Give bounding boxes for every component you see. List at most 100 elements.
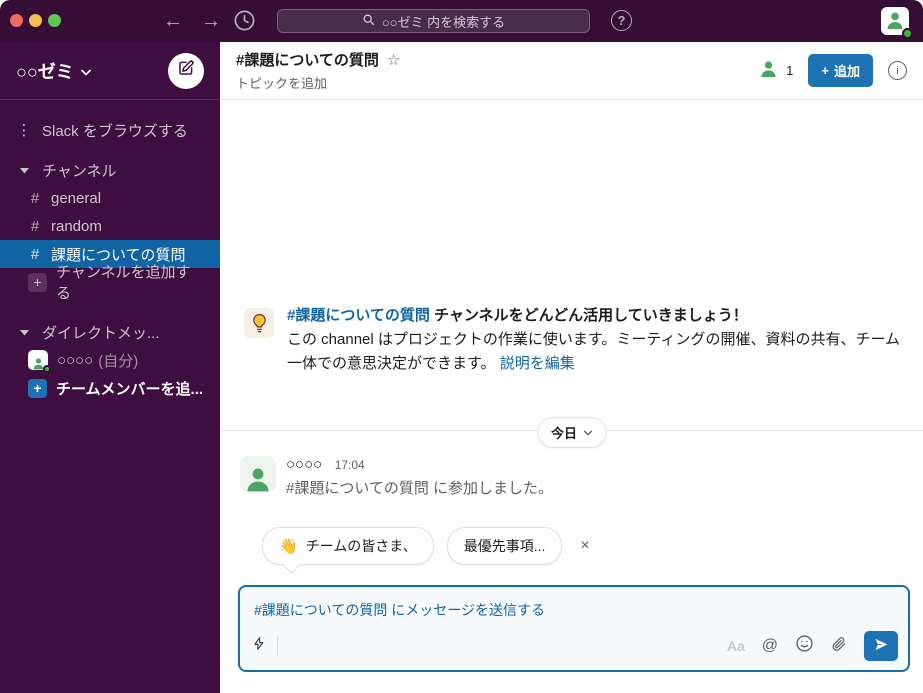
close-window-button[interactable]	[10, 14, 23, 27]
add-teammates-label: チームメンバーを追...	[56, 380, 204, 398]
workspace-name: ○○ゼミ	[16, 61, 74, 82]
channel-header-left: #課題についての質問 ☆ トピックを追加	[236, 49, 400, 92]
question-icon: ?	[617, 13, 626, 28]
sidebar-channel-general[interactable]: # general	[0, 184, 220, 212]
edit-description-link[interactable]: 説明を編集	[500, 355, 575, 372]
dm-user-name: ○○○○	[57, 351, 94, 369]
message-composer[interactable]: #課題についての質問 にメッセージを送信する Aa @	[238, 585, 910, 672]
wave-emoji: 👋	[279, 538, 298, 555]
lightning-icon	[252, 635, 266, 657]
formatting-toggle-button[interactable]: Aa	[727, 638, 745, 654]
search-placeholder: ○○ゼミ 内を検索する	[381, 14, 506, 30]
vertical-dots-icon: ⋮	[16, 122, 32, 139]
search-icon	[362, 13, 375, 29]
maximize-window-button[interactable]	[48, 14, 61, 27]
channel-title[interactable]: #課題についての質問	[236, 49, 379, 70]
dm-user-suffix: (自分)	[98, 352, 139, 370]
sidebar-dm-self[interactable]: ○○○○ (自分)	[0, 346, 220, 374]
add-channel-label: チャンネルを追加する	[56, 264, 191, 302]
plus-icon: +	[28, 272, 47, 292]
message-author[interactable]: ○○○○	[286, 456, 322, 473]
message-avatar[interactable]	[240, 456, 276, 492]
send-button[interactable]	[864, 631, 898, 661]
hash-icon: #	[30, 189, 40, 207]
toolbar-divider	[277, 636, 278, 656]
intro-channel-link[interactable]: #課題についての質問	[287, 307, 430, 324]
user-avatar[interactable]	[881, 7, 913, 39]
new-message-button[interactable]	[168, 52, 204, 89]
add-channel-button[interactable]: + チャンネルを追加する	[0, 264, 220, 302]
channel-label: general	[51, 189, 102, 207]
lightbulb-icon	[244, 308, 274, 338]
channel-label: random	[51, 217, 102, 235]
triangle-down-icon	[16, 167, 32, 174]
smiley-icon	[795, 634, 814, 658]
composer-placeholder: #課題についての質問 にメッセージを送信する	[254, 602, 545, 618]
hash-icon: #	[30, 245, 40, 263]
add-topic-button[interactable]: トピックを追加	[236, 73, 400, 92]
emoji-button[interactable]	[795, 634, 814, 658]
add-teammates-button[interactable]: + チームメンバーを追...	[0, 374, 220, 402]
workspace-header: ○○ゼミ	[0, 42, 220, 100]
history-back-button[interactable]: ←	[163, 0, 183, 42]
history-clock-button[interactable]	[233, 9, 256, 37]
date-label: 今日	[550, 426, 578, 441]
sidebar-channel-random[interactable]: # random	[0, 212, 220, 240]
history-forward-button[interactable]: →	[201, 0, 221, 42]
suggestion-chip-1[interactable]: 👋 チームの皆さま、	[262, 527, 434, 565]
clock-icon	[233, 10, 256, 36]
info-icon: i	[896, 64, 899, 77]
presence-dot	[43, 365, 51, 373]
sidebar-nav: ⋮ Slack をブラウズする チャンネル # general # random…	[0, 100, 220, 402]
main-content: #課題についての質問 ☆ トピックを追加 1 + 追加 i #課題についての質問…	[220, 42, 923, 693]
channels-section-header[interactable]: チャンネル	[0, 156, 220, 184]
suggested-replies: 👋 チームの皆さま、 最優先事項... ×	[262, 527, 590, 565]
workspace-menu-button[interactable]: ○○ゼミ	[16, 58, 91, 84]
chip-label: チームの皆さま、	[305, 538, 417, 554]
presence-dot	[902, 28, 913, 39]
channel-header-right: 1 + 追加 i	[758, 54, 907, 87]
invite-label: 追加	[833, 64, 860, 79]
dm-header-label: ダイレクトメッ...	[42, 324, 160, 342]
dismiss-suggestions-button[interactable]: ×	[580, 537, 589, 555]
minimize-window-button[interactable]	[29, 14, 42, 27]
member-count: 1	[786, 63, 794, 78]
invite-button[interactable]: + 追加	[808, 54, 873, 87]
plus-icon: +	[821, 63, 829, 78]
channel-intro: #課題についての質問 チャンネルをどんどん活用していきましょう！ この chan…	[244, 304, 915, 376]
date-pill-button[interactable]: 今日	[536, 417, 607, 448]
chevron-down-icon	[80, 60, 91, 81]
star-icon[interactable]: ☆	[387, 51, 400, 69]
suggestion-chip-2[interactable]: 最優先事項...	[446, 527, 563, 565]
titlebar: ← → ○○ゼミ 内を検索する ?	[0, 0, 923, 42]
dm-avatar	[28, 350, 51, 373]
compose-icon	[177, 59, 195, 82]
browse-label: Slack をブラウズする	[42, 122, 188, 140]
intro-body: この channel はプロジェクトの作業に使います。ミーティングの開催、資料の…	[287, 331, 901, 372]
triangle-down-icon	[16, 329, 32, 336]
message-text: #課題についての質問 に参加しました。	[286, 480, 554, 497]
search-input[interactable]: ○○ゼミ 内を検索する	[277, 9, 590, 33]
channel-header: #課題についての質問 ☆ トピックを追加 1 + 追加 i	[220, 42, 923, 100]
composer-toolbar: Aa @	[252, 631, 898, 661]
sidebar-item-browse-slack[interactable]: ⋮ Slack をブラウズする	[0, 116, 220, 144]
dm-section-header[interactable]: ダイレクトメッ...	[0, 318, 220, 346]
message-timestamp: 17:04	[334, 458, 365, 472]
channel-info-button[interactable]: i	[888, 61, 907, 80]
message-body: ○○○○ 17:04 #課題についての質問 に参加しました。	[286, 456, 553, 498]
message-row: ○○○○ 17:04 #課題についての質問 に参加しました。	[240, 456, 553, 498]
mention-button[interactable]: @	[762, 637, 778, 655]
slack-window: ← → ○○ゼミ 内を検索する ? ○○ゼミ ⋮ Slack をブラウズする チ…	[0, 0, 923, 693]
chevron-down-icon	[583, 430, 592, 436]
channels-header-label: チャンネル	[42, 162, 117, 180]
shortcuts-button[interactable]	[252, 635, 266, 657]
help-button[interactable]: ?	[611, 10, 632, 31]
sidebar: ○○ゼミ ⋮ Slack をブラウズする チャンネル # general # r…	[0, 42, 220, 693]
chip-label: 最優先事項...	[463, 538, 546, 554]
send-icon	[873, 637, 890, 655]
plus-icon: +	[28, 378, 47, 398]
hash-icon: #	[30, 217, 40, 235]
member-count-button[interactable]: 1	[758, 58, 793, 83]
attach-file-button[interactable]	[831, 635, 847, 658]
intro-text: #課題についての質問 チャンネルをどんどん活用していきましょう！ この chan…	[287, 304, 915, 376]
